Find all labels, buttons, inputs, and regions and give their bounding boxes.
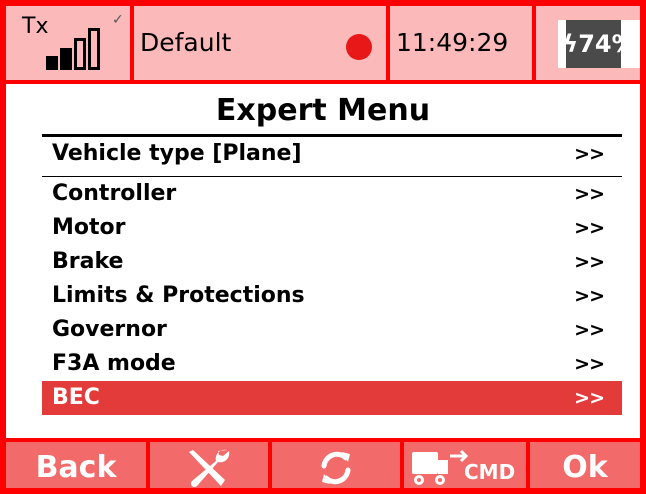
back-label: Back — [35, 450, 117, 485]
signal-bar — [60, 48, 72, 70]
separator — [386, 6, 390, 80]
menu-item-f3a-mode[interactable]: F3A mode >> — [42, 347, 622, 381]
chevron-double-right-icon: >> — [574, 183, 605, 205]
wrench-screwdriver-icon — [189, 449, 230, 488]
vehicle-cmd-icon — [412, 449, 469, 485]
separator — [532, 6, 536, 80]
menu-item-label: Governor — [52, 317, 167, 342]
refresh-icon — [321, 451, 351, 485]
battery-percent: ϟ74% — [562, 30, 636, 58]
chevron-double-right-icon: >> — [574, 251, 605, 273]
battery-icon: ϟ74% — [558, 20, 640, 68]
page-title: Expert Menu — [215, 93, 431, 128]
expert-menu-list: Vehicle type [Plane] >> Controller >> Mo… — [42, 137, 622, 415]
menu-item-label: F3A mode — [52, 351, 176, 376]
menu-item-label: Controller — [52, 181, 177, 206]
recording-indicator-icon — [346, 34, 372, 60]
ok-label: Ok — [562, 450, 608, 485]
menu-item-label: Brake — [52, 249, 124, 274]
chevron-double-right-icon: >> — [574, 143, 605, 165]
menu-item-label: Limits & Protections — [52, 283, 305, 308]
menu-item-bec[interactable]: BEC >> — [42, 381, 622, 415]
menu-item-brake[interactable]: Brake >> — [42, 245, 622, 279]
signal-strength-icon — [46, 22, 120, 70]
chevron-double-right-icon: >> — [574, 319, 605, 341]
model-name[interactable]: Default — [140, 28, 231, 57]
signal-bar — [46, 56, 58, 70]
menu-item-limits-protections[interactable]: Limits & Protections >> — [42, 279, 622, 313]
signal-bar — [74, 38, 86, 70]
menu-item-label: Vehicle type [Plane] — [52, 141, 302, 166]
signal-bar — [88, 28, 100, 70]
status-bar: Tx ✓ Default 11:49:29 ϟ74% — [6, 6, 640, 84]
bottom-toolbar: Back CMD Ok — [6, 438, 640, 488]
refresh-button[interactable] — [272, 442, 400, 488]
menu-item-controller[interactable]: Controller >> — [42, 177, 622, 211]
chevron-double-right-icon: >> — [574, 353, 605, 375]
tools-button[interactable] — [150, 442, 268, 488]
chevron-double-right-icon: >> — [574, 285, 605, 307]
separator — [130, 6, 134, 80]
menu-item-label: Motor — [52, 215, 126, 240]
back-button[interactable]: Back — [6, 442, 146, 488]
signal-check-icon: ✓ — [112, 12, 124, 28]
chevron-double-right-icon: >> — [574, 387, 605, 409]
chevron-double-right-icon: >> — [574, 217, 605, 239]
tx-label: Tx — [22, 14, 49, 39]
cmd-button[interactable]: CMD — [404, 442, 526, 488]
clock: 11:49:29 — [396, 28, 509, 57]
menu-item-label: BEC — [52, 385, 100, 410]
transmitter-screen: Tx ✓ Default 11:49:29 ϟ74% Expert Menu V… — [0, 0, 646, 494]
menu-item-vehicle-type[interactable]: Vehicle type [Plane] >> — [42, 137, 622, 177]
menu-item-motor[interactable]: Motor >> — [42, 211, 622, 245]
cmd-label: CMD — [464, 460, 516, 484]
ok-button[interactable]: Ok — [530, 442, 640, 488]
menu-item-governor[interactable]: Governor >> — [42, 313, 622, 347]
